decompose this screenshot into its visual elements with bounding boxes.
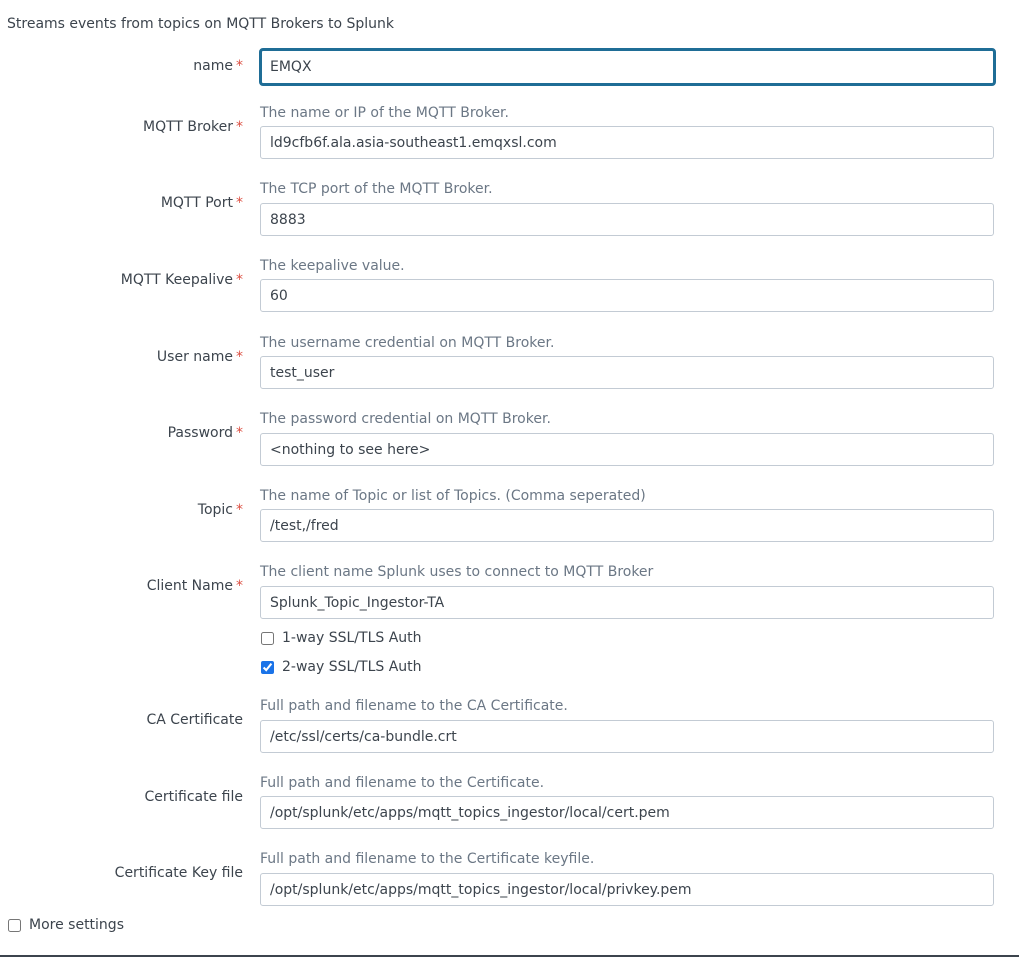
client-name-input[interactable]	[260, 586, 994, 619]
required-marker: *	[236, 502, 243, 518]
username-help: The username credential on MQTT Broker.	[260, 335, 555, 351]
name-input[interactable]	[259, 48, 996, 86]
port-input[interactable]	[260, 203, 994, 236]
cert-key-file-help: Full path and filename to the Certificat…	[260, 851, 595, 867]
username-input[interactable]	[260, 356, 994, 389]
input-description: Streams events from topics on MQTT Broke…	[7, 16, 394, 32]
ssl-one-way-label: 1-way SSL/TLS Auth	[282, 630, 422, 646]
ca-cert-input[interactable]	[260, 720, 994, 753]
cert-key-file-input[interactable]	[260, 873, 994, 906]
topic-label: Topic *	[197, 502, 243, 518]
required-marker: *	[236, 195, 243, 211]
keepalive-input[interactable]	[260, 279, 994, 312]
ca-cert-label: CA Certificate	[146, 712, 243, 728]
more-settings-option[interactable]: More settings	[7, 917, 124, 933]
ssl-two-way-label: 2-way SSL/TLS Auth	[282, 659, 422, 675]
port-label: MQTT Port *	[160, 195, 243, 211]
password-label: Password *	[167, 425, 243, 441]
topic-input[interactable]	[260, 509, 994, 542]
client-name-help: The client name Splunk uses to connect t…	[260, 564, 654, 580]
username-label: User name *	[156, 349, 243, 365]
ca-cert-help: Full path and filename to the CA Certifi…	[260, 698, 568, 714]
ssl-one-way-checkbox[interactable]	[261, 631, 274, 645]
cert-file-help: Full path and filename to the Certificat…	[260, 775, 545, 791]
broker-help: The name or IP of the MQTT Broker.	[260, 105, 509, 121]
required-marker: *	[236, 349, 243, 365]
ssl-two-way-checkbox[interactable]	[261, 660, 274, 674]
more-settings-checkbox[interactable]	[8, 918, 21, 932]
required-marker: *	[236, 425, 243, 441]
client-name-label: Client Name *	[146, 578, 243, 594]
keepalive-help: The keepalive value.	[260, 258, 405, 274]
cert-file-label: Certificate file	[144, 789, 244, 805]
name-label: name *	[193, 58, 243, 74]
password-input[interactable]	[260, 433, 994, 466]
required-marker: *	[236, 272, 243, 288]
broker-label: MQTT Broker *	[142, 119, 243, 135]
broker-input[interactable]	[260, 126, 994, 159]
keepalive-label: MQTT Keepalive *	[120, 272, 243, 288]
required-marker: *	[236, 58, 243, 74]
ssl-two-way-option[interactable]: 2-way SSL/TLS Auth	[260, 659, 422, 675]
port-help: The TCP port of the MQTT Broker.	[260, 181, 493, 197]
required-marker: *	[236, 119, 243, 135]
more-settings-label: More settings	[29, 917, 124, 933]
topic-help: The name of Topic or list of Topics. (Co…	[260, 488, 646, 504]
cert-key-file-label: Certificate Key file	[114, 865, 243, 881]
cert-file-input[interactable]	[260, 796, 994, 829]
ssl-one-way-option[interactable]: 1-way SSL/TLS Auth	[260, 630, 422, 646]
required-marker: *	[236, 578, 243, 594]
password-help: The password credential on MQTT Broker.	[260, 411, 551, 427]
